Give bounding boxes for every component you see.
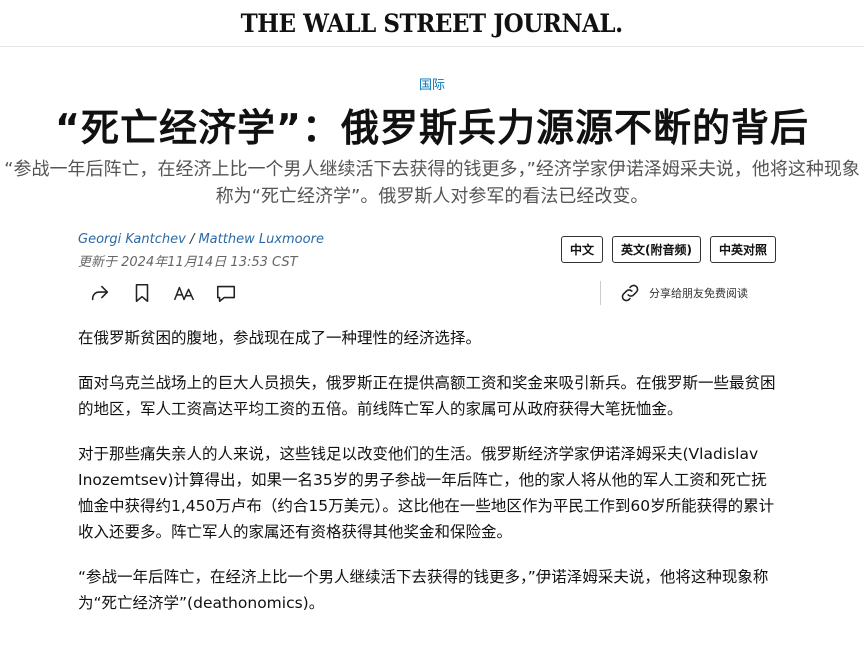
gift-article-label: 分享给朋友免费阅读 <box>649 287 748 300</box>
bookmark-icon[interactable] <box>130 281 154 305</box>
wsj-logo[interactable]: THE WALL STREET JOURNAL. <box>241 9 624 38</box>
section-tag[interactable]: 国际 <box>0 74 864 93</box>
article-toolbar <box>88 281 238 305</box>
article-body: 在俄罗斯贫困的腹地，参战现在成了一种理性的经济选择。 面对乌克兰战场上的巨大人员… <box>78 325 778 635</box>
paragraph: “参战一年后阵亡，在经济上比一个男人继续活下去获得的钱更多，”伊诺泽姆采夫说，他… <box>78 568 769 612</box>
masthead: THE WALL STREET JOURNAL. <box>0 0 864 47</box>
lang-button-bilingual[interactable]: 中英对照 <box>710 236 777 263</box>
lang-button-english-audio[interactable]: 英文(附音频) <box>612 236 701 263</box>
updated-timestamp: 更新于 2024年11月14日 13:53 CST <box>78 255 298 270</box>
paragraph: 在俄罗斯贫困的腹地，参战现在成了一种理性的经济选择。 <box>78 329 482 347</box>
author-separator: / <box>185 232 199 247</box>
dek: “参战一年后阵亡，在经济上比一个男人继续活下去获得的钱更多，”经济学家伊诺泽姆采… <box>4 159 860 207</box>
byline: Georgi Kantchev / Matthew Luxmoore <box>78 232 324 247</box>
headline: “死亡经济学”：俄罗斯兵力源源不断的背后 <box>55 106 809 150</box>
paragraph: 面对乌克兰战场上的巨大人员损失，俄罗斯正在提供高额工资和奖金来吸引新兵。在俄罗斯… <box>78 374 776 418</box>
author-link[interactable]: Matthew Luxmoore <box>198 232 323 247</box>
share-icon[interactable] <box>88 281 112 305</box>
text-size-icon[interactable] <box>172 281 196 305</box>
paragraph: 对于那些痛失亲人的人来说，这些钱足以改变他们的生活。俄罗斯经济学家伊诺泽姆采夫(… <box>78 445 775 541</box>
comment-icon[interactable] <box>214 281 238 305</box>
lang-button-chinese[interactable]: 中文 <box>561 236 604 263</box>
author-link[interactable]: Georgi Kantchev <box>78 232 186 247</box>
language-switcher: 中文 英文(附音频) 中英对照 <box>561 236 777 263</box>
gift-article-button[interactable]: 分享给朋友免费阅读 <box>600 281 748 305</box>
link-icon <box>621 284 639 302</box>
